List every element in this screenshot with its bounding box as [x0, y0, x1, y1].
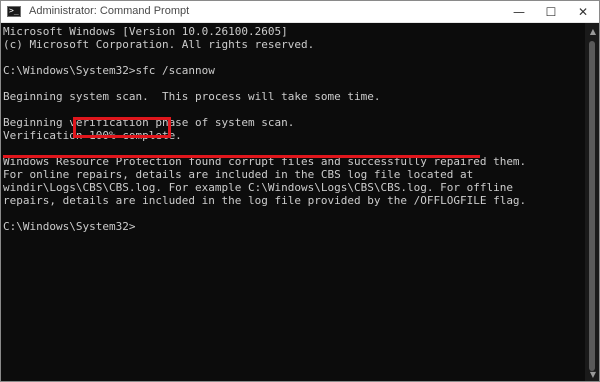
scrollbar-thumb[interactable] [589, 41, 595, 371]
console-line: windir\Logs\CBS\CBS.log. For example C:\… [3, 181, 513, 194]
highlight-underline-repaired [3, 155, 480, 158]
highlight-box-verification [73, 117, 171, 138]
console-line: C:\Windows\System32>sfc /scannow [3, 64, 215, 77]
console-line: (c) Microsoft Corporation. All rights re… [3, 38, 315, 51]
console-line: For online repairs, details are included… [3, 168, 474, 181]
close-button[interactable]: ✕ [567, 1, 599, 23]
command-prompt-window: >_ Administrator: Command Prompt — ☐ ✕ M… [0, 0, 600, 382]
scroll-down-arrow-icon[interactable]: ▼ [590, 370, 596, 379]
console-line: Microsoft Windows [Version 10.0.26100.26… [3, 25, 288, 38]
title-bar[interactable]: >_ Administrator: Command Prompt — ☐ ✕ [1, 1, 599, 23]
maximize-button[interactable]: ☐ [535, 1, 567, 23]
cmd-icon: >_ [7, 6, 21, 17]
window-controls: — ☐ ✕ [503, 1, 599, 23]
scroll-up-arrow-icon[interactable]: ▲ [590, 27, 596, 36]
minimize-button[interactable]: — [503, 1, 535, 23]
console-line: Beginning system scan. This process will… [3, 90, 381, 103]
window-title: Administrator: Command Prompt [29, 5, 190, 17]
console-line: repairs, details are included in the log… [3, 194, 527, 207]
console-output[interactable]: Microsoft Windows [Version 10.0.26100.26… [1, 23, 585, 381]
console-prompt: C:\Windows\System32> [3, 220, 136, 233]
